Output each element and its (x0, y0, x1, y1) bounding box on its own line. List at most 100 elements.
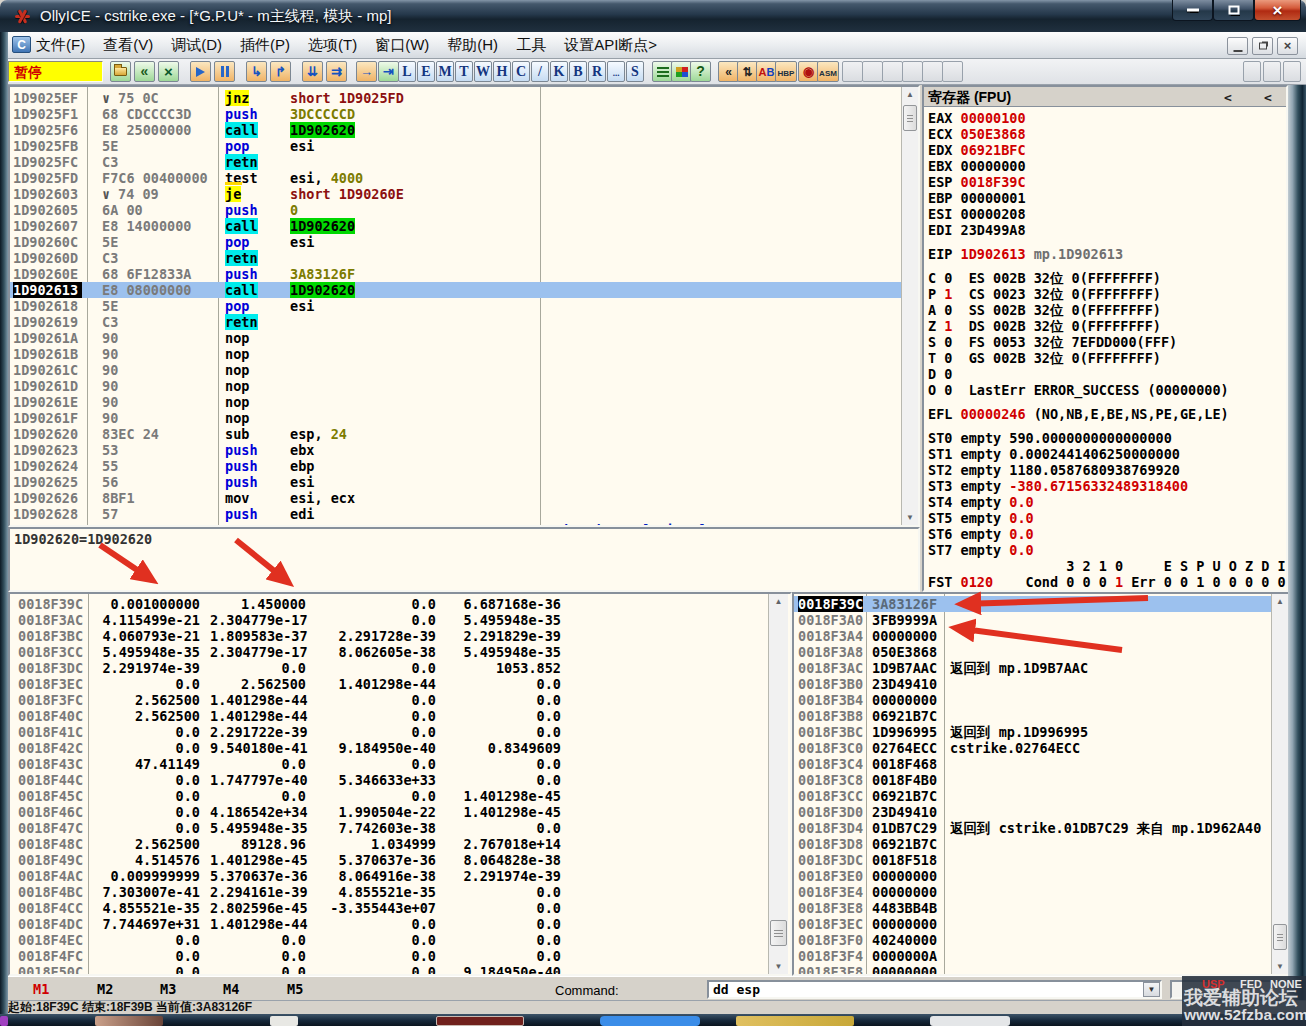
stack-row[interactable]: 0018F3BC1D996995返回到 mp.1D996995 (794, 724, 1288, 740)
stack-row[interactable]: 0018F3DC0018F518 (794, 852, 1288, 868)
back-icon[interactable]: « (718, 61, 739, 82)
dump-row[interactable]: 0018F4AC0.0099999995.370637e-368.064916e… (10, 868, 790, 884)
register-line[interactable]: A 0 SS 002B 32位 0(FFFFFFFF) (928, 302, 1161, 318)
disasm-row[interactable]: 1D90261D90nop (10, 378, 918, 394)
dump-row[interactable]: 0018F3EC0.02.5625001.401298e-440.0 (10, 676, 790, 692)
toolbar-empty-button[interactable] (1243, 61, 1261, 82)
disassembly-pane[interactable]: 1D9025EF∨75 0Cjnzshort 1D9025FD1D9025F16… (8, 85, 920, 527)
tab-M2[interactable]: M2 (97, 981, 113, 997)
toolbar-letter-B[interactable]: B (569, 61, 587, 82)
toolbar-letter-K[interactable]: K (550, 61, 568, 82)
disasm-row[interactable]: 1D90260DC3retn (10, 250, 918, 266)
register-line[interactable]: Z 1 DS 002B 32位 0(FFFFFFFF) (928, 318, 1161, 334)
stack-row[interactable]: 0018F3C002764ECCcstrike.02764ECC (794, 740, 1288, 756)
dump-pane[interactable]: 0018F39C0.0010000001.4500000.06.687168e-… (8, 592, 792, 976)
mdi-restore-button[interactable] (1252, 37, 1273, 55)
stack-row[interactable]: 0018F3B806921B7C (794, 708, 1288, 724)
dump-row[interactable]: 0018F50C0.00.00.09.184950e-40 (10, 964, 790, 976)
scroll-up-icon[interactable]: ▲ (770, 594, 787, 609)
disasm-row[interactable]: 1D9025FB5Epopesi (10, 138, 918, 154)
dump-row[interactable]: 0018F4CC4.855521e-352.802596e-45-3.35544… (10, 900, 790, 916)
menu-item-2[interactable]: 调试(D) (162, 32, 231, 55)
stack-row[interactable]: 0018F3EC00000000 (794, 916, 1288, 932)
stack-row[interactable]: 0018F3F800000000 (794, 964, 1288, 976)
disasm-row[interactable]: 1D90261C90nop (10, 362, 918, 378)
register-line[interactable]: EAX 00000100 (928, 110, 1026, 126)
minimize-button[interactable] (1172, 0, 1213, 21)
dump-row[interactable]: 0018F48C2.56250089128.961.0349992.767018… (10, 836, 790, 852)
scroll-down-icon[interactable]: ▼ (1273, 959, 1287, 974)
disasm-row[interactable]: 1D90262455pushebp (10, 458, 918, 474)
close-program-icon[interactable]: × (158, 61, 179, 82)
disasm-row[interactable]: 1D902607E8 14000000call1D902620 (10, 218, 918, 234)
toolbar-empty-button[interactable] (862, 61, 883, 82)
scroll-down-icon[interactable]: ▼ (770, 959, 787, 974)
toolbar-empty-button[interactable] (942, 61, 963, 82)
disasm-scrollbar[interactable]: ▲ ▼ (901, 87, 918, 525)
stack-row[interactable]: 0018F3B023D49410 (794, 676, 1288, 692)
scroll-thumb[interactable] (903, 105, 917, 131)
disasm-row[interactable]: 1D9025F6E8 25000000call1D902620 (10, 122, 918, 138)
disasm-row[interactable]: 1D902603∨74 09jeshort 1D90260E (10, 186, 918, 202)
command-combobox[interactable]: dd esp ▼ (707, 980, 1162, 999)
dump-row[interactable]: 0018F3FC2.5625001.401298e-440.00.0 (10, 692, 790, 708)
register-line[interactable]: T 0 GS 002B 32位 0(FFFFFFFF) (928, 350, 1161, 366)
dump-scrollbar[interactable]: ▲ ▼ (768, 594, 788, 974)
info-pane[interactable]: 1D902620=1D902620 (8, 527, 920, 592)
stack-row[interactable]: 0018F3A400000000 (794, 628, 1288, 644)
stack-row[interactable]: 0018F39C3A83126F (794, 596, 1288, 612)
dump-row[interactable]: 0018F49C4.5145761.401298e-455.370637e-36… (10, 852, 790, 868)
taskbar-icon[interactable] (736, 1016, 854, 1026)
stack-pane[interactable]: 0018F39C3A83126F0018F3A03FB9999A0018F3A4… (792, 592, 1290, 976)
disasm-row[interactable]: 1D90262353pushebx (10, 442, 918, 458)
stack-row[interactable]: 0018F3D806921B7C (794, 836, 1288, 852)
register-line[interactable]: ECX 050E3868 (928, 126, 1026, 142)
toolbar-empty-button[interactable] (882, 61, 903, 82)
tab-M3[interactable]: M3 (160, 981, 176, 997)
menu-item-7[interactable]: 工具 (507, 32, 555, 55)
memory-map-icon[interactable] (671, 61, 692, 82)
help-icon[interactable]: ? (690, 61, 711, 82)
toolbar-letter-M[interactable]: M (436, 61, 454, 82)
collapse-icon[interactable]: < (1264, 90, 1272, 105)
dump-row[interactable]: 0018F3AC4.115499e-212.304779e-170.05.495… (10, 612, 790, 628)
tab-M5[interactable]: M5 (287, 981, 303, 997)
disasm-row[interactable]: 1D9026185Epopesi (10, 298, 918, 314)
disasm-row[interactable]: 1D9025F168 CDCCCC3Dpush3DCCCCCD (10, 106, 918, 122)
toolbar-empty-button[interactable] (922, 61, 943, 82)
register-line[interactable]: ESI 00000208 (928, 206, 1026, 222)
register-line[interactable]: C 0 ES 002B 32位 0(FFFFFFFF) (928, 270, 1161, 286)
breakpoint-target-icon[interactable]: ◉ (798, 61, 819, 82)
stack-row[interactable]: 0018F3F40000000A (794, 948, 1288, 964)
mdi-close-button[interactable]: × (1277, 37, 1298, 55)
stack-row[interactable]: 0018F3C40018F468 (794, 756, 1288, 772)
register-line[interactable]: EBX 00000000 (928, 158, 1026, 174)
register-line[interactable]: ST5 empty 0.0 (928, 510, 1034, 526)
register-line[interactable]: 3 2 1 0 E S P U O Z D I (928, 558, 1286, 574)
disasm-row[interactable]: 1D9026056A 00push0 (10, 202, 918, 218)
close-button[interactable]: × (1254, 0, 1301, 21)
register-line[interactable]: ST2 empty 1180.0587680938769920 (928, 462, 1180, 478)
toolbar-letter-R[interactable]: R (588, 61, 606, 82)
dropdown-icon[interactable]: ▼ (1143, 982, 1160, 997)
log-list-icon[interactable] (652, 61, 673, 82)
stack-row[interactable]: 0018F3C80018F4B0 (794, 772, 1288, 788)
toolbar-empty-button[interactable] (902, 61, 923, 82)
tab-M4[interactable]: M4 (223, 981, 239, 997)
maximize-button[interactable] (1213, 0, 1254, 21)
taskbar-icon[interactable] (436, 1016, 524, 1026)
register-line[interactable]: D 0 (928, 366, 952, 382)
stack-row[interactable]: 0018F3F040240000 (794, 932, 1288, 948)
disasm-row[interactable]: 1D90260C5Epopesi (10, 234, 918, 250)
taskbar-icon[interactable] (600, 1016, 700, 1026)
menu-item-5[interactable]: 窗口(W) (366, 32, 438, 55)
scroll-thumb[interactable] (770, 920, 787, 946)
taskbar-icon[interactable] (270, 1016, 298, 1026)
dump-row[interactable]: 0018F47C0.05.495948e-357.742603e-380.0 (10, 820, 790, 836)
dump-row[interactable]: 0018F41C0.02.291722e-390.00.0 (10, 724, 790, 740)
register-line[interactable]: ESP 0018F39C (928, 174, 1026, 190)
menu-item-0[interactable]: 文件(F) (27, 32, 94, 55)
disasm-row[interactable]: 1D90261F90nop (10, 410, 918, 426)
disasm-row[interactable]: 1D9025EF∨75 0Cjnzshort 1D9025FD (10, 90, 918, 106)
register-line[interactable]: EDI 23D499A8 (928, 222, 1026, 238)
